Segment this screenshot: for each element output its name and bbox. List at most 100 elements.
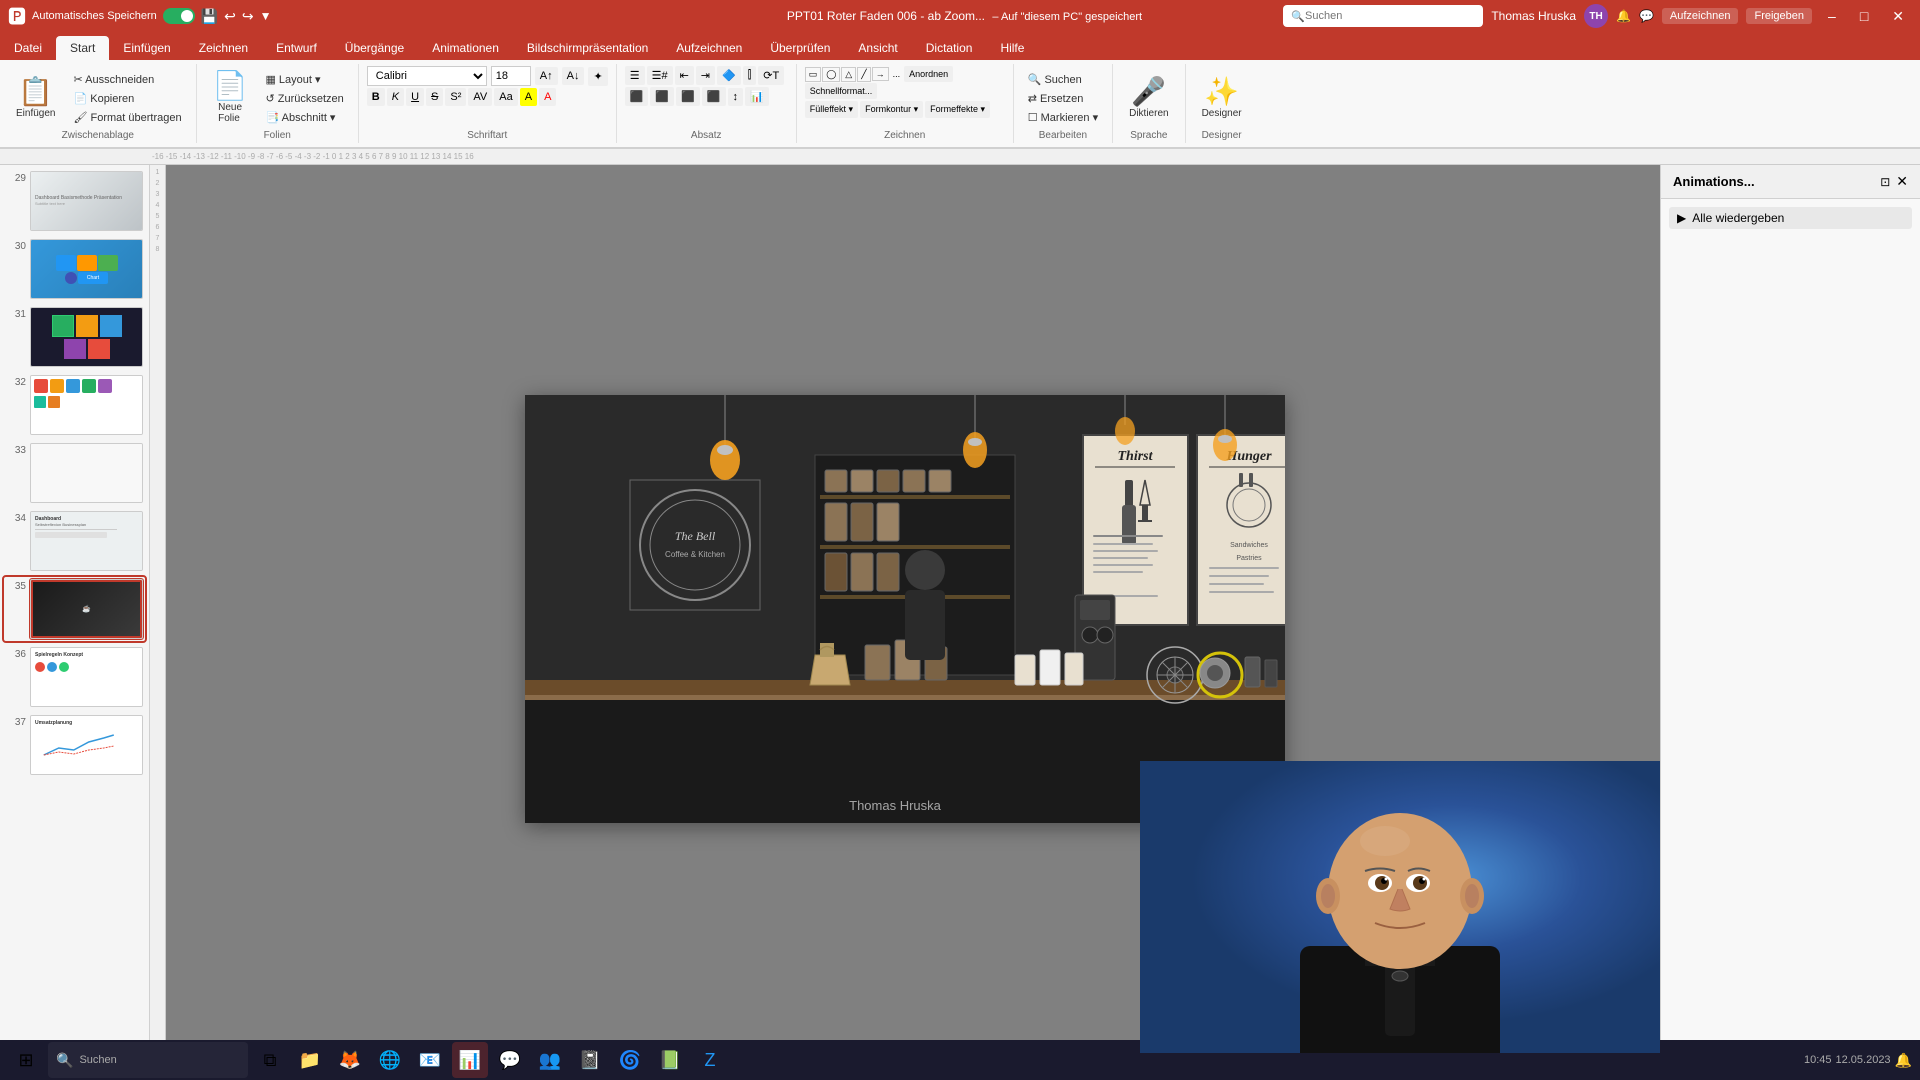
- underline-button[interactable]: U: [406, 88, 424, 106]
- redo-icon[interactable]: ↪: [242, 8, 254, 25]
- neue-folie-button[interactable]: 📄 NeueFolie: [205, 68, 256, 128]
- play-all-button[interactable]: ▶ Alle wiedergeben: [1669, 207, 1912, 229]
- tab-dictation[interactable]: Dictation: [912, 36, 987, 60]
- teams-button[interactable]: 👥: [532, 1042, 568, 1078]
- slide-thumb-37[interactable]: 37 Umsatzplanung: [4, 713, 145, 777]
- slide-thumb-32[interactable]: 32: [4, 373, 145, 437]
- tab-uebergaenge[interactable]: Übergänge: [331, 36, 418, 60]
- layout-button[interactable]: ▦ Layout ▾: [259, 71, 349, 88]
- clear-format-button[interactable]: ✦: [588, 67, 607, 86]
- numbering-button[interactable]: ☰#: [647, 66, 673, 85]
- chrome-button[interactable]: 🌐: [372, 1042, 408, 1078]
- maximize-button[interactable]: □: [1852, 8, 1876, 24]
- slide-thumb-33[interactable]: 33: [4, 441, 145, 505]
- more-tools-icon[interactable]: ▼: [260, 9, 272, 23]
- ersetzen-button[interactable]: ⇄ Ersetzen: [1022, 90, 1104, 107]
- skype-button[interactable]: 💬: [492, 1042, 528, 1078]
- tab-start[interactable]: Start: [56, 36, 109, 60]
- tab-zeichnen[interactable]: Zeichnen: [185, 36, 262, 60]
- suchen-button[interactable]: 🔍 Suchen: [1022, 71, 1104, 88]
- minimize-button[interactable]: –: [1820, 8, 1844, 24]
- align-right-button[interactable]: ⬛: [676, 87, 700, 106]
- format-uebertragen-button[interactable]: 🖌 Format übertragen: [67, 109, 187, 126]
- present-btn[interactable]: Aufzeichnen: [1662, 8, 1739, 24]
- diktieren-button[interactable]: 🎤 Diktieren: [1121, 74, 1176, 123]
- shape-round[interactable]: ◯: [822, 67, 840, 82]
- outlook-button[interactable]: 📧: [412, 1042, 448, 1078]
- notification-button[interactable]: 🔔: [1895, 1052, 1912, 1069]
- font-color-button[interactable]: A: [539, 88, 556, 106]
- decrease-indent-button[interactable]: ⇤: [675, 66, 694, 85]
- strikethrough-button[interactable]: S: [426, 88, 443, 106]
- highlight-button[interactable]: A: [520, 88, 537, 106]
- close-button[interactable]: ✕: [1884, 8, 1912, 25]
- autosave-toggle[interactable]: [163, 8, 195, 24]
- powerpoint-taskbar-button[interactable]: 📊: [452, 1042, 488, 1078]
- increase-indent-button[interactable]: ⇥: [696, 66, 715, 85]
- search-box[interactable]: 🔍: [1283, 5, 1483, 27]
- more-shapes[interactable]: ...: [890, 68, 904, 80]
- convert-smartart-button[interactable]: 📊: [745, 87, 769, 106]
- tab-ansicht[interactable]: Ansicht: [844, 36, 911, 60]
- tab-hilfe[interactable]: Hilfe: [986, 36, 1038, 60]
- italic-button[interactable]: K: [387, 88, 404, 106]
- smartart-button[interactable]: 🔷: [717, 66, 741, 85]
- align-left-button[interactable]: ⬛: [625, 87, 649, 106]
- search-taskbar-button[interactable]: 🔍 Suchen: [48, 1042, 248, 1078]
- slide-thumb-36[interactable]: 36 Spielregeln Konzept: [4, 645, 145, 709]
- start-button[interactable]: ⊞: [8, 1042, 44, 1078]
- increase-font-button[interactable]: A↑: [535, 67, 558, 85]
- excel-button[interactable]: 📗: [652, 1042, 688, 1078]
- taskview-button[interactable]: ⧉: [252, 1042, 288, 1078]
- schnellformatvorlagen-button[interactable]: Schnellformat...: [805, 83, 878, 99]
- shadow-button[interactable]: S²: [445, 88, 466, 106]
- slide-thumb-30[interactable]: 30 Chart: [4, 237, 145, 301]
- justify-button[interactable]: ⬛: [702, 87, 726, 106]
- kontur-button[interactable]: Formkontur ▾: [860, 101, 923, 118]
- save-icon[interactable]: 💾: [201, 8, 218, 25]
- fuellung-button[interactable]: Fülleffekt ▾: [805, 101, 858, 118]
- formeffekt-button[interactable]: Formeffekte ▾: [925, 101, 990, 118]
- einfuegen-button[interactable]: 📋 Einfügen: [8, 74, 63, 123]
- slide-thumb-35[interactable]: 35 ☕: [4, 577, 145, 641]
- firefox-button[interactable]: 🦊: [332, 1042, 368, 1078]
- animations-close-icon[interactable]: ✕: [1896, 173, 1908, 190]
- tab-datei[interactable]: Datei: [0, 36, 56, 60]
- file-explorer-button[interactable]: 📁: [292, 1042, 328, 1078]
- tab-einfuegen[interactable]: Einfügen: [109, 36, 184, 60]
- char-spacing-button[interactable]: AV: [468, 88, 492, 106]
- bullets-button[interactable]: ☰: [625, 66, 645, 85]
- search-input[interactable]: [1305, 10, 1445, 22]
- designer-button[interactable]: ✨ Designer: [1194, 74, 1250, 123]
- shape-rect[interactable]: ▭: [805, 67, 822, 82]
- text-direction-button[interactable]: ⟳T: [758, 66, 784, 85]
- abschnitt-button[interactable]: 📑 Abschnitt ▾: [259, 109, 349, 126]
- slide-thumb-31[interactable]: 31: [4, 305, 145, 369]
- column-button[interactable]: ⫿: [743, 66, 757, 85]
- shape-line[interactable]: ╱: [857, 67, 870, 82]
- undo-icon[interactable]: ↩: [224, 8, 236, 25]
- line-spacing-button[interactable]: ↕: [728, 88, 744, 106]
- onenote-button[interactable]: 📓: [572, 1042, 608, 1078]
- markieren-button[interactable]: ☐ Markieren ▾: [1022, 109, 1104, 126]
- freigeben-btn[interactable]: Freigeben: [1746, 8, 1812, 24]
- edge-button[interactable]: 🌀: [612, 1042, 648, 1078]
- slide-thumb-34[interactable]: 34 Dashboard Selbstreflexion Businesspla…: [4, 509, 145, 573]
- tab-aufzeichnen[interactable]: Aufzeichnen: [662, 36, 756, 60]
- shape-arrow[interactable]: →: [872, 67, 889, 81]
- ausschneiden-button[interactable]: ✂ Ausschneiden: [67, 71, 187, 88]
- tab-entwurf[interactable]: Entwurf: [262, 36, 331, 60]
- zuruecksetzen-button[interactable]: ↺ Zurücksetzen: [259, 90, 349, 107]
- share-icon[interactable]: 🔔: [1616, 9, 1631, 23]
- font-size-input[interactable]: [491, 66, 531, 86]
- comments-icon[interactable]: 💬: [1639, 9, 1654, 23]
- slide-thumb-29[interactable]: 29 Dashboard Basismethode PräsentationSu…: [4, 169, 145, 233]
- tab-ueberpruefen[interactable]: Überprüfen: [756, 36, 844, 60]
- zoom-button[interactable]: Z: [692, 1042, 728, 1078]
- arrange-button[interactable]: Anordnen: [904, 66, 953, 82]
- animations-expand-icon[interactable]: ⊡: [1880, 175, 1890, 189]
- kopieren-button[interactable]: 📄 Kopieren: [67, 90, 187, 107]
- font-selector[interactable]: Calibri: [367, 66, 487, 86]
- align-center-button[interactable]: ⬛: [650, 87, 674, 106]
- shape-triangle[interactable]: △: [841, 67, 856, 82]
